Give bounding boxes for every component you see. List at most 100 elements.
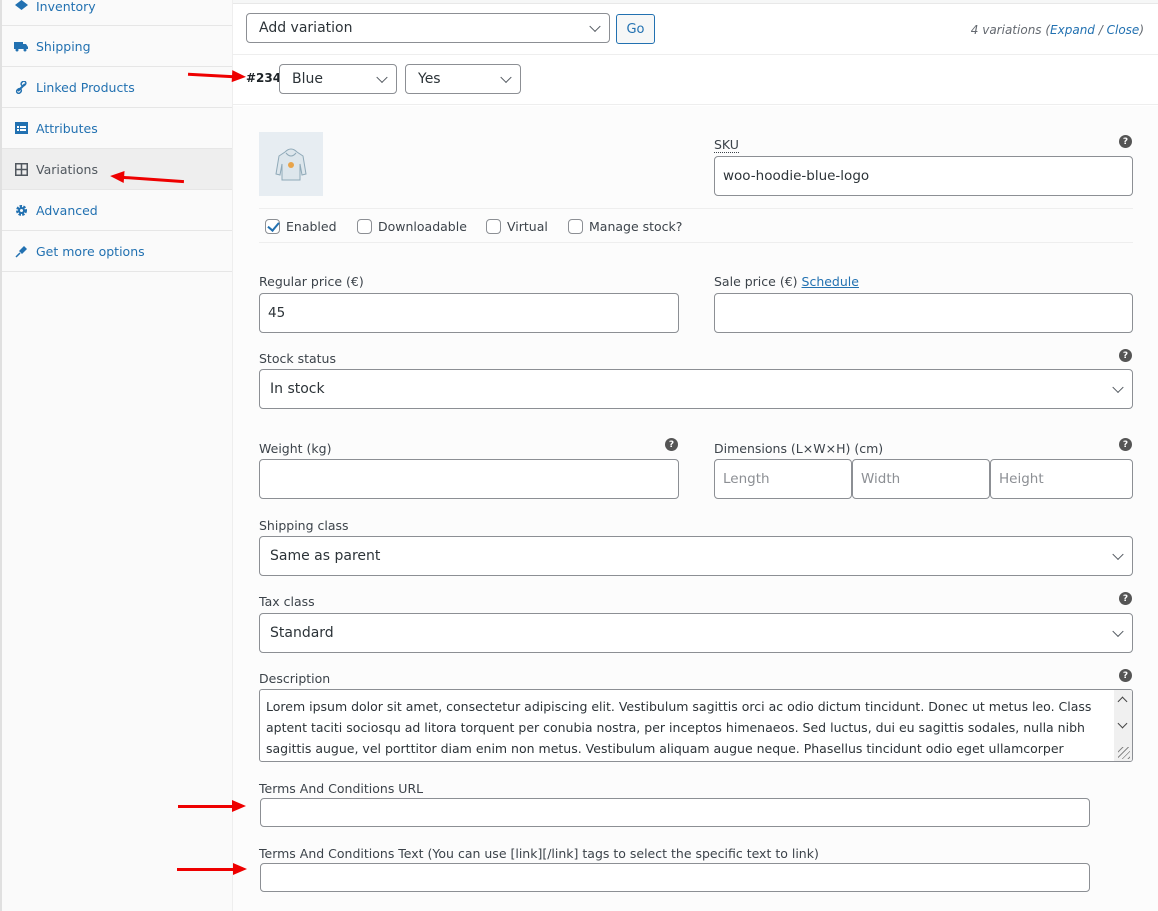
help-icon[interactable]: ?	[1119, 135, 1132, 148]
downloadable-checkbox[interactable]: Downloadable	[357, 219, 467, 234]
sidebar-item-inventory[interactable]: Inventory	[2, 0, 232, 26]
virtual-checkbox[interactable]: Virtual	[486, 219, 548, 234]
variations-panel: Add variation Go 4 variations (Expand / …	[233, 0, 1158, 911]
variation-options: Enabled Downloadable Virtual Manage stoc…	[259, 208, 1133, 243]
sku-label: SKU	[714, 137, 739, 153]
weight-input[interactable]	[259, 459, 679, 499]
regular-price-input[interactable]: 45	[259, 293, 679, 333]
sidebar-item-label: Variations	[36, 161, 98, 177]
variations-count: 4 variations (Expand / Close)	[971, 23, 1144, 37]
attributes-icon	[14, 121, 28, 135]
tax-class-select[interactable]: Standard	[259, 613, 1133, 653]
help-icon[interactable]: ?	[1119, 349, 1132, 362]
sidebar-item-label: Linked Products	[36, 79, 135, 95]
truck-icon	[14, 39, 28, 53]
product-data-tabs: Inventory Shipping Linked Products Attri…	[0, 0, 233, 911]
variation-action-value: Add variation	[259, 20, 353, 36]
width-input[interactable]: Width	[852, 459, 990, 499]
attribute-logo-value: Yes	[418, 71, 441, 87]
count-end: )	[1139, 23, 1144, 37]
chevron-down-icon	[376, 71, 388, 84]
length-input[interactable]: Length	[714, 459, 852, 499]
shipping-class-label: Shipping class	[259, 518, 349, 533]
chevron-down-icon	[589, 20, 601, 33]
variations-count-text: 4 variations (	[970, 23, 1051, 37]
manage-stock-checkbox[interactable]: Manage stock?	[568, 219, 682, 234]
scroll-up-icon[interactable]	[1117, 696, 1128, 707]
checkbox-checked[interactable]	[265, 219, 280, 234]
regular-price-label: Regular price (€)	[259, 274, 364, 289]
sale-price-input[interactable]	[714, 293, 1133, 333]
panel-top-border	[233, 0, 1158, 4]
checkbox[interactable]	[486, 219, 501, 234]
chevron-down-icon	[500, 71, 512, 84]
description-label: Description	[259, 671, 331, 686]
close-link[interactable]: Close	[1107, 23, 1140, 37]
terms-url-input[interactable]	[260, 798, 1090, 827]
height-input[interactable]: Height	[990, 459, 1133, 499]
help-icon[interactable]: ?	[1119, 669, 1132, 682]
terms-text-input[interactable]	[260, 863, 1090, 892]
plugin-icon	[14, 244, 28, 258]
go-button[interactable]: Go	[616, 14, 655, 44]
stock-status-label: Stock status	[259, 351, 336, 366]
sidebar-item-attributes[interactable]: Attributes	[2, 108, 232, 149]
attribute-color-select[interactable]: Blue	[279, 64, 397, 94]
schedule-link[interactable]: Schedule	[802, 274, 859, 289]
sidebar-item-label: Advanced	[36, 202, 98, 218]
separator: /	[1094, 23, 1107, 37]
chevron-down-icon	[1112, 548, 1124, 561]
weight-label: Weight (kg)	[259, 441, 332, 456]
attribute-logo-select[interactable]: Yes	[405, 64, 521, 94]
scroll-down-icon[interactable]	[1117, 718, 1128, 729]
sidebar-item-advanced[interactable]: Advanced	[2, 190, 232, 231]
resize-handle[interactable]	[1118, 747, 1130, 759]
grid-icon	[14, 162, 28, 176]
chevron-down-icon	[1112, 381, 1124, 394]
description-textarea[interactable]: Lorem ipsum dolor sit amet, consectetur …	[259, 689, 1133, 762]
variation-action-select[interactable]: Add variation	[246, 13, 610, 43]
length-placeholder: Length	[723, 471, 770, 487]
checkbox[interactable]	[568, 219, 583, 234]
tax-class-label: Tax class	[259, 594, 315, 609]
variation-image[interactable]	[259, 132, 323, 196]
description-value: Lorem ipsum dolor sit amet, consectetur …	[266, 699, 1092, 756]
variations-toolbar: Add variation Go 4 variations (Expand / …	[233, 5, 1158, 55]
sidebar-item-label: Get more options	[36, 243, 145, 259]
annotation-arrow	[178, 800, 246, 812]
sidebar-item-label: Attributes	[36, 120, 98, 136]
annotation-arrow	[177, 863, 247, 875]
shipping-class-value: Same as parent	[270, 548, 381, 564]
stock-status-value: In stock	[270, 381, 325, 397]
sidebar-item-shipping[interactable]: Shipping	[2, 26, 232, 67]
checkbox-label: Downloadable	[378, 219, 467, 234]
sidebar-item-label: Shipping	[36, 38, 91, 54]
sidebar-item-get-more-options[interactable]: Get more options	[2, 231, 232, 272]
attribute-color-value: Blue	[292, 71, 323, 87]
help-icon[interactable]: ?	[1119, 592, 1132, 605]
regular-price-value: 45	[268, 305, 286, 321]
height-placeholder: Height	[999, 471, 1044, 487]
checkbox-label: Enabled	[286, 219, 337, 234]
hoodie-icon	[275, 148, 307, 181]
help-icon[interactable]: ?	[1119, 438, 1132, 451]
enabled-checkbox[interactable]: Enabled	[265, 219, 337, 234]
link-icon	[14, 80, 28, 94]
variation-header[interactable]: #234 Blue Yes	[233, 55, 1158, 105]
sku-input[interactable]: woo-hoodie-blue-logo	[714, 156, 1133, 196]
dimensions-label: Dimensions (L×W×H) (cm)	[714, 441, 884, 456]
checkbox[interactable]	[357, 219, 372, 234]
terms-text-label: Terms And Conditions Text (You can use […	[259, 846, 819, 861]
help-icon[interactable]: ?	[665, 438, 678, 451]
inventory-icon	[14, 0, 28, 13]
stock-status-select[interactable]: In stock	[259, 369, 1133, 409]
variation-id: #234	[246, 71, 282, 85]
sale-price-label-text: Sale price (€)	[714, 274, 798, 289]
shipping-class-select[interactable]: Same as parent	[259, 536, 1133, 576]
terms-url-label: Terms And Conditions URL	[259, 781, 424, 796]
sku-value: woo-hoodie-blue-logo	[723, 168, 870, 184]
tax-class-value: Standard	[270, 625, 334, 641]
gear-icon	[14, 203, 28, 217]
expand-link[interactable]: Expand	[1050, 23, 1095, 37]
sidebar-item-label: Inventory	[36, 0, 96, 14]
